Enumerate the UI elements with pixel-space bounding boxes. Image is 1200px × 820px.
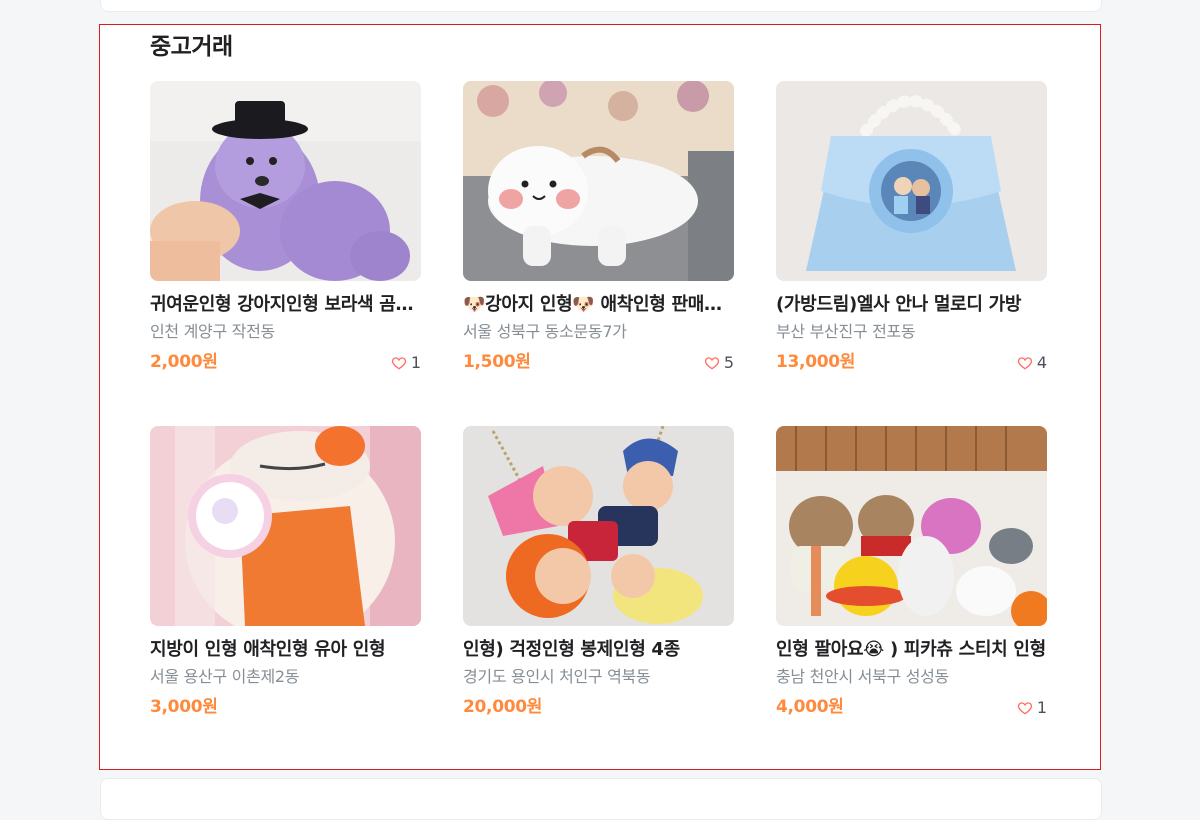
previous-card [100,0,1102,12]
product-card[interactable]: 인형 팔아요😭 ) 피카츄 스티치 인형 충남 천안시 서북구 성성동 4,00… [776,426,1047,771]
like-count-value: 1 [1036,698,1047,717]
product-title[interactable]: 지방이 인형 애착인형 유아 인형 [150,637,421,663]
product-image[interactable] [463,81,734,281]
product-card[interactable]: 🐶강아지 인형🐶 애착인형 판매합니다 서울 성북구 동소문동7가 1,500원… [463,81,734,426]
product-image[interactable] [776,81,1047,281]
product-image[interactable] [150,426,421,626]
like-count: 1 [1017,698,1047,717]
product-image[interactable] [150,81,421,281]
heart-icon [1017,701,1032,714]
like-count: 5 [704,353,734,372]
product-region: 경기도 용인시 처인구 역북동 [463,667,651,686]
product-region: 서울 성북구 동소문동7가 [463,322,627,341]
product-region: 충남 천안시 서북구 성성동 [776,667,949,686]
jibangi-plush-image [150,426,421,626]
used-trade-section: 중고거래 귀여운인형 강아지인형 보라색 곰인형 인천 계양구 작전동 2,00… [99,24,1101,770]
product-title[interactable]: 🐶강아지 인형🐶 애착인형 판매합니다 [463,292,734,318]
heart-icon [391,356,406,369]
product-image[interactable] [463,426,734,626]
product-price: 20,000원 [463,697,543,717]
product-region: 부산 부산진구 전포동 [776,322,916,341]
product-price: 1,500원 [463,352,531,372]
product-image[interactable] [776,426,1047,626]
product-title[interactable]: (가방드림)엘사 안나 멀로디 가방 [776,292,1047,318]
like-count: 1 [391,353,421,372]
product-region: 인천 계양구 작전동 [150,322,275,341]
product-price: 2,000원 [150,352,218,372]
product-card[interactable]: (가방드림)엘사 안나 멀로디 가방 부산 부산진구 전포동 13,000원 4 [776,81,1047,426]
like-count-value: 5 [723,353,734,372]
plush-collection-image [776,426,1047,626]
section-title: 중고거래 [150,34,233,60]
product-price: 3,000원 [150,697,218,717]
product-region: 서울 용산구 이촌제2동 [150,667,300,686]
like-count: 4 [1017,353,1047,372]
like-count-value: 4 [1036,353,1047,372]
product-card[interactable]: 지방이 인형 애착인형 유아 인형 서울 용산구 이촌제2동 3,000원 [150,426,421,771]
product-title[interactable]: 인형 팔아요😭 ) 피카츄 스티치 인형 [776,637,1047,663]
product-card[interactable]: 귀여운인형 강아지인형 보라색 곰인형 인천 계양구 작전동 2,000원 1 [150,81,421,426]
product-price: 4,000원 [776,697,844,717]
purple-plush-dog-image [150,81,421,281]
like-count-value: 1 [410,353,421,372]
worry-dolls-image [463,426,734,626]
frozen-purse-image [776,81,1047,281]
product-title[interactable]: 인형) 걱정인형 봉제인형 4종 [463,637,734,663]
next-card [100,778,1102,820]
product-grid: 귀여운인형 강아지인형 보라색 곰인형 인천 계양구 작전동 2,000원 1 [150,81,1047,771]
heart-icon [1017,356,1032,369]
product-price: 13,000원 [776,352,856,372]
heart-icon [704,356,719,369]
white-dog-plush-image [463,81,734,281]
product-title[interactable]: 귀여운인형 강아지인형 보라색 곰인형 [150,292,421,318]
product-card[interactable]: 인형) 걱정인형 봉제인형 4종 경기도 용인시 처인구 역북동 20,000원 [463,426,734,771]
